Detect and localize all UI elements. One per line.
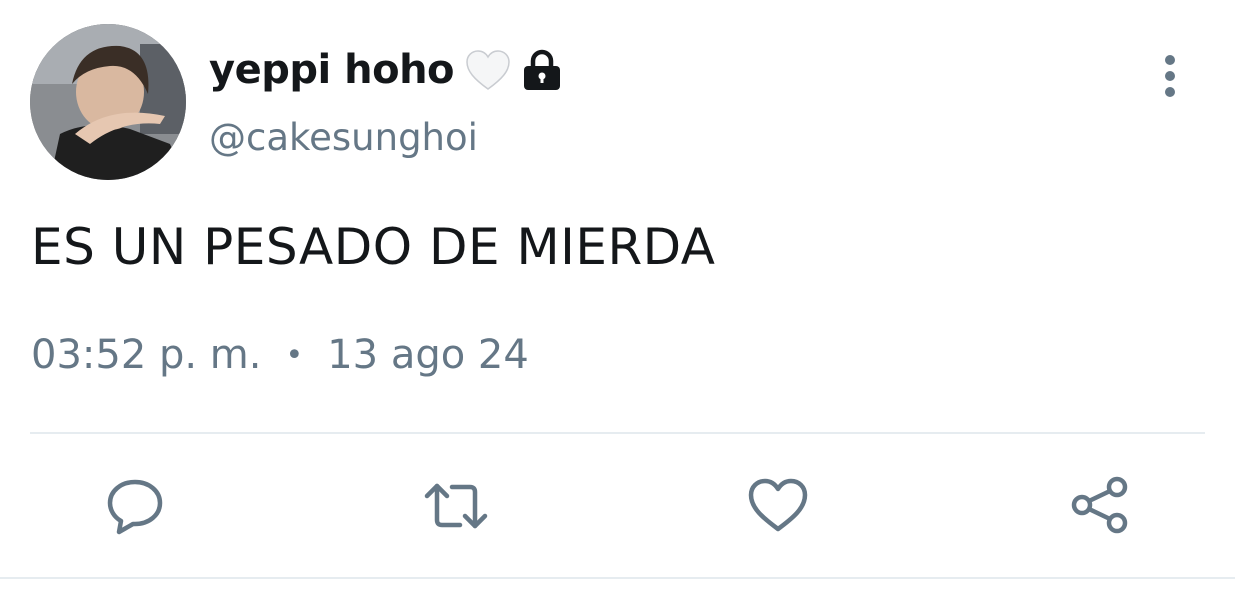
bottom-divider	[0, 577, 1235, 579]
display-name[interactable]: yeppi hoho	[209, 47, 455, 93]
retweet-icon	[424, 483, 488, 529]
lock-icon	[524, 49, 561, 90]
meta-separator: •	[285, 337, 304, 373]
like-icon	[748, 478, 808, 532]
like-button[interactable]	[746, 474, 810, 538]
retweet-button[interactable]	[424, 474, 488, 538]
tweet-text: ES UN PESADO DE MIERDA	[31, 218, 716, 276]
white-heart-icon	[466, 50, 510, 90]
more-options-button[interactable]	[1150, 52, 1190, 100]
tweet-date: 13 ago 24	[327, 332, 529, 378]
share-button[interactable]	[1068, 474, 1132, 538]
divider	[30, 432, 1205, 434]
avatar[interactable]	[30, 24, 186, 180]
author-name-row: yeppi hoho	[209, 42, 562, 98]
more-vertical-icon	[1165, 55, 1175, 97]
profile-photo-icon	[30, 24, 186, 180]
reply-button[interactable]	[103, 474, 167, 538]
tweet-time: 03:52 p. m.	[31, 332, 262, 378]
share-icon	[1071, 476, 1128, 534]
tweet-timestamp: 03:52 p. m. • 13 ago 24	[31, 332, 529, 378]
author-handle[interactable]: @cakesunghoi	[209, 116, 478, 159]
reply-icon	[107, 479, 163, 535]
tweet-card: yeppi hoho @cakesunghoi ES UN PESADO DE …	[0, 0, 1235, 597]
